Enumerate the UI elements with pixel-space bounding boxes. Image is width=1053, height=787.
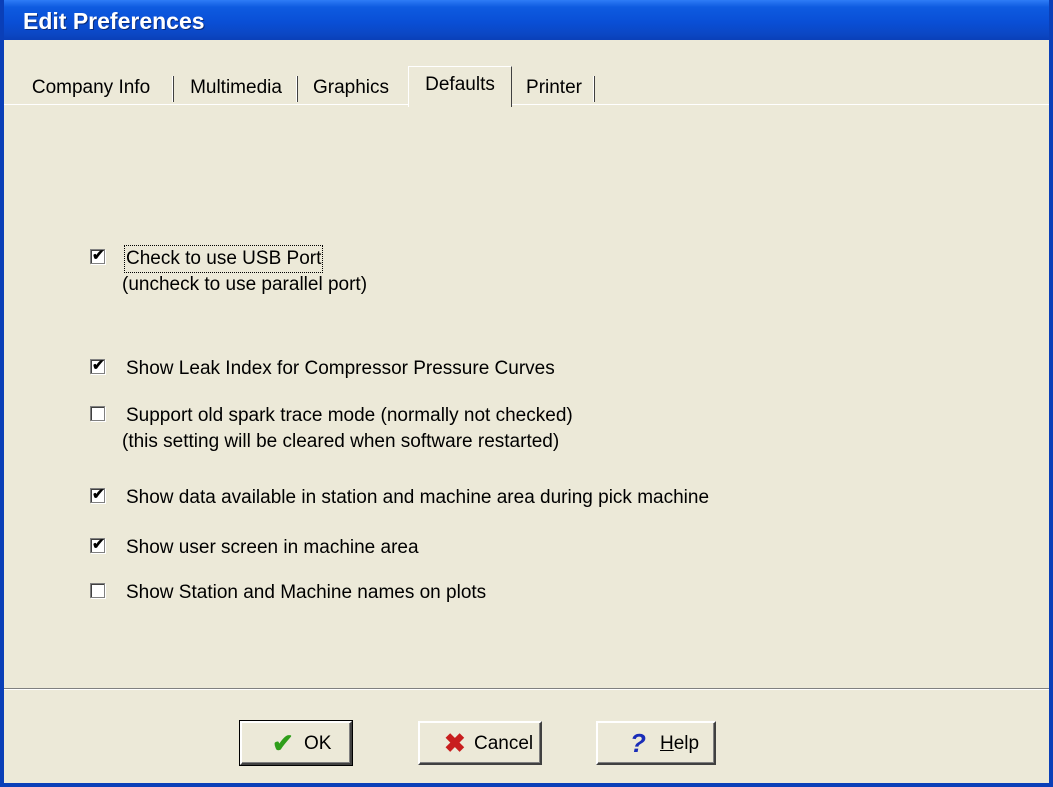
tab-label: Company Info [31, 77, 151, 98]
option-label: Check to use USB Port [123, 245, 324, 273]
tab-graphics[interactable]: Graphics [298, 72, 404, 104]
tab-company-info[interactable]: Company Info [8, 72, 174, 104]
question-icon: ? [630, 728, 646, 758]
leak-index-checkbox[interactable]: ✔ [90, 357, 105, 374]
station-machine-names-checkbox[interactable] [90, 583, 105, 598]
tab-label: Defaults [425, 74, 495, 95]
option-label: Show Leak Index for Compressor Pressure … [126, 358, 555, 379]
tab-label: Multimedia [190, 77, 282, 98]
check-icon: ✔ [92, 486, 105, 503]
option-note: (this setting will be cleared when softw… [122, 431, 560, 452]
help-label: Help [660, 733, 699, 755]
ok-label: OK [304, 733, 332, 754]
option-note: (uncheck to use parallel port) [122, 274, 368, 295]
title-bar[interactable]: Edit Preferences [4, 0, 1049, 40]
help-button[interactable]: ? Help [596, 721, 716, 765]
x-icon: ✖ [444, 728, 466, 758]
option-label: Show user screen in machine area [126, 537, 419, 558]
check-icon: ✔ [92, 536, 105, 553]
user-screen-checkbox[interactable]: ✔ [90, 536, 105, 553]
tab-multimedia[interactable]: Multimedia [174, 72, 298, 104]
tab-label: Printer [526, 77, 582, 98]
checkmark-icon: ✔ [272, 728, 294, 758]
divider [4, 688, 1049, 690]
show-data-available-checkbox[interactable]: ✔ [90, 486, 105, 503]
help-label-mnemonic: H [660, 733, 674, 754]
tab-label: Graphics [312, 77, 390, 98]
check-icon: ✔ [92, 247, 105, 264]
ok-button[interactable]: ✔ OK [239, 720, 353, 766]
check-icon: ✔ [92, 357, 105, 374]
window-title: Edit Preferences [23, 8, 205, 34]
help-label-rest: elp [673, 733, 700, 754]
tab-printer[interactable]: Printer [513, 72, 595, 104]
tab-strip: Company Info Multimedia Graphics Default… [4, 66, 1049, 107]
option-label: Show Station and Machine names on plots [126, 582, 487, 603]
defaults-panel: ✔ Check to use USB Port (uncheck to use … [4, 105, 1049, 688]
cancel-label: Cancel [474, 733, 534, 754]
dialog-window: Edit Preferences Company Info Multimedia… [0, 0, 1053, 787]
cancel-button[interactable]: ✖ Cancel [418, 721, 542, 765]
spark-trace-checkbox[interactable] [90, 406, 105, 421]
option-label: Support old spark trace mode (normally n… [126, 405, 573, 426]
option-label: Show data available in station and machi… [126, 487, 710, 508]
tab-defaults[interactable]: Defaults [408, 66, 512, 107]
usb-port-checkbox[interactable]: ✔ [90, 247, 105, 264]
